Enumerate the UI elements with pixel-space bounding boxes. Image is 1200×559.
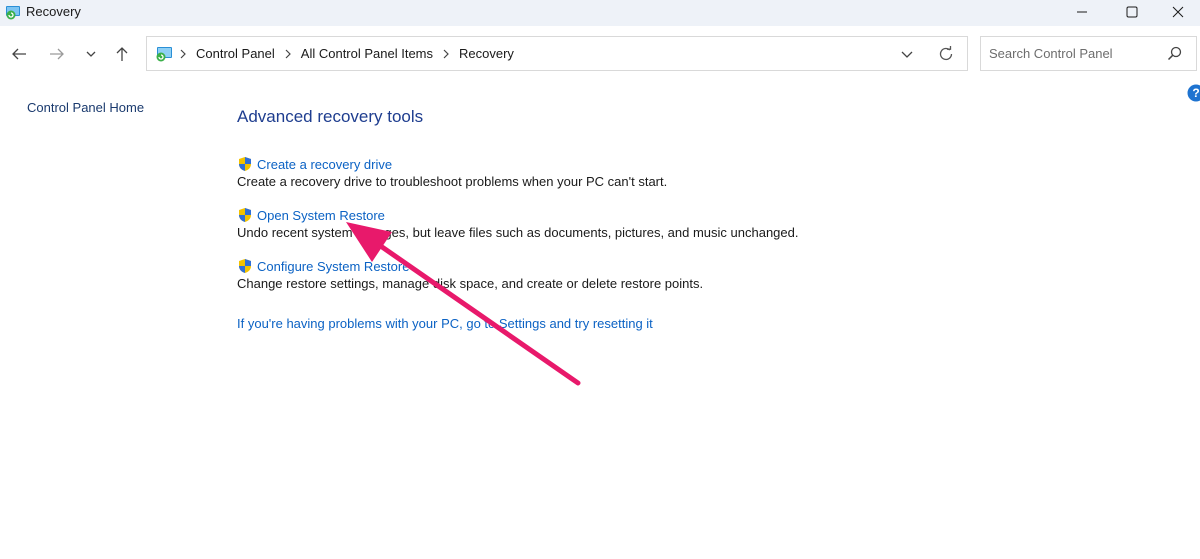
chevron-down-icon	[86, 51, 96, 57]
maximize-button[interactable]	[1110, 0, 1154, 24]
create-recovery-drive-link[interactable]: Create a recovery drive	[257, 157, 392, 172]
chevron-right-icon[interactable]	[179, 49, 187, 59]
recent-locations-button[interactable]	[80, 43, 102, 65]
arrow-left-icon	[12, 48, 26, 60]
task-description: Undo recent system changes, but leave fi…	[237, 225, 799, 240]
search-icon[interactable]	[1167, 46, 1182, 61]
svg-text:?: ?	[1192, 86, 1199, 100]
chevron-right-icon[interactable]	[442, 49, 450, 59]
arrow-right-icon	[50, 48, 64, 60]
close-button[interactable]	[1156, 0, 1200, 24]
search-placeholder: Search Control Panel	[989, 46, 1113, 61]
back-button[interactable]	[8, 43, 30, 65]
task-create-recovery-drive: Create a recovery drive Create a recover…	[237, 155, 668, 190]
address-bar[interactable]: Control Panel All Control Panel Items Re…	[146, 36, 968, 71]
chevron-right-icon[interactable]	[284, 49, 292, 59]
control-panel-home-link[interactable]: Control Panel Home	[27, 100, 144, 115]
maximize-icon	[1126, 6, 1138, 18]
breadcrumb-recovery[interactable]: Recovery	[459, 46, 514, 61]
close-icon	[1172, 6, 1184, 18]
breadcrumb-control-panel[interactable]: Control Panel	[196, 46, 275, 61]
shield-icon	[239, 157, 251, 171]
search-input[interactable]: Search Control Panel	[980, 36, 1197, 71]
open-system-restore-link[interactable]: Open System Restore	[257, 208, 385, 223]
task-description: Change restore settings, manage disk spa…	[237, 276, 704, 291]
help-icon[interactable]: ?	[1187, 84, 1200, 102]
reset-pc-link[interactable]: If you're having problems with your PC, …	[237, 316, 653, 331]
up-button[interactable]	[111, 43, 133, 65]
title-bar: Recovery	[0, 0, 1200, 26]
task-configure-system-restore: Configure System Restore Change restore …	[237, 257, 704, 292]
breadcrumb-all-items[interactable]: All Control Panel Items	[301, 46, 433, 61]
shield-icon	[239, 208, 251, 222]
task-open-system-restore: Open System Restore Undo recent system c…	[237, 206, 799, 241]
shield-icon	[239, 259, 251, 273]
recovery-icon	[6, 6, 20, 20]
control-panel-icon	[156, 47, 172, 62]
task-description: Create a recovery drive to troubleshoot …	[237, 174, 668, 189]
breadcrumb: Control Panel All Control Panel Items Re…	[179, 37, 514, 70]
minimize-icon	[1077, 11, 1087, 13]
minimize-button[interactable]	[1060, 0, 1104, 24]
chevron-down-icon[interactable]	[899, 46, 915, 62]
refresh-icon[interactable]	[937, 45, 955, 63]
window-title: Recovery	[26, 4, 81, 19]
arrow-up-icon	[116, 47, 128, 61]
forward-button[interactable]	[46, 43, 68, 65]
navigation-bar: Control Panel All Control Panel Items Re…	[0, 26, 1200, 82]
configure-system-restore-link[interactable]: Configure System Restore	[257, 259, 409, 274]
page-title: Advanced recovery tools	[237, 107, 424, 126]
